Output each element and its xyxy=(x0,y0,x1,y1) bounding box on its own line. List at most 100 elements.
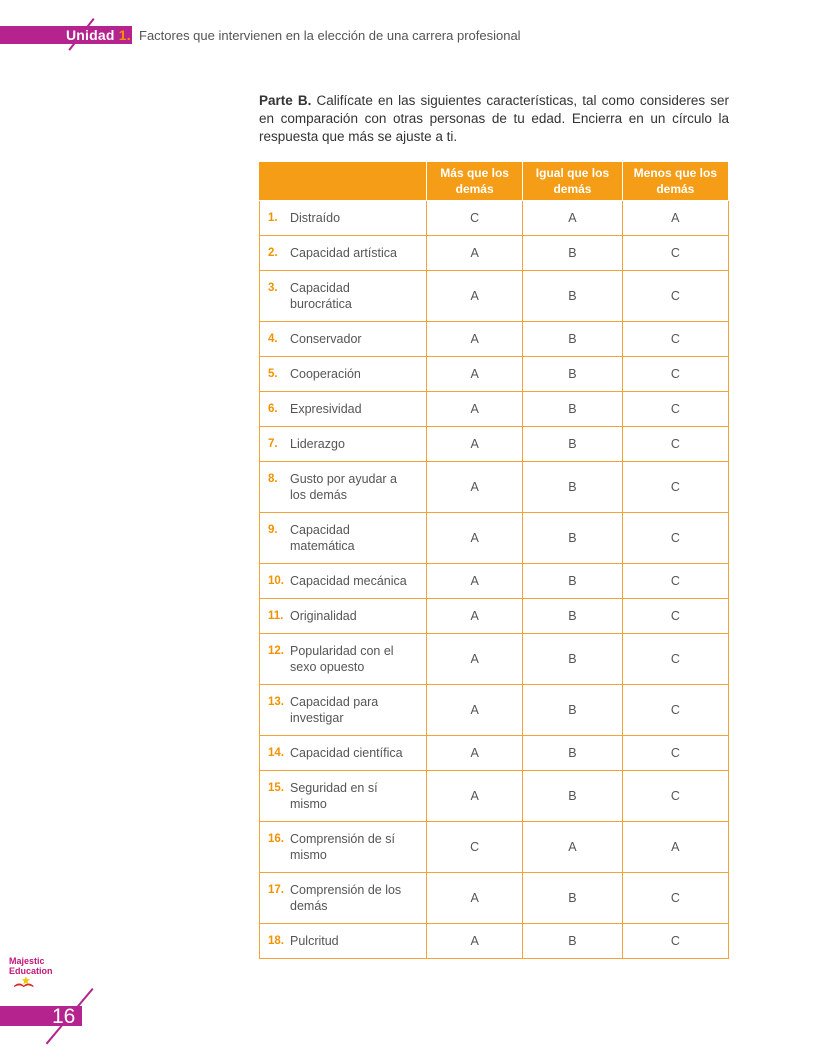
table-row: 4. Conservador A B C xyxy=(259,321,730,357)
option-more[interactable]: A xyxy=(425,923,524,959)
trait-label: Gusto por ayudar a los demás xyxy=(290,472,398,502)
column-header-more: Más que los demás xyxy=(425,161,524,201)
option-less[interactable]: C xyxy=(621,598,730,634)
table-row: 12. Popularidad con el sexo opuesto A B C xyxy=(259,633,730,685)
option-equal[interactable]: B xyxy=(522,770,623,822)
trait-number: 7. xyxy=(268,438,278,450)
trait-number: 15. xyxy=(268,782,284,794)
option-less[interactable]: C xyxy=(621,321,730,357)
table-row: 9. Capacidad matemática A B C xyxy=(259,512,730,564)
option-less[interactable]: C xyxy=(621,391,730,427)
option-equal[interactable]: B xyxy=(522,461,623,513)
trait-number: 12. xyxy=(268,645,284,657)
option-more[interactable]: A xyxy=(425,356,524,392)
option-equal[interactable]: B xyxy=(522,512,623,564)
option-less[interactable]: C xyxy=(621,923,730,959)
option-more[interactable]: A xyxy=(425,270,524,322)
instructions: Parte B. Califícate en las siguientes ca… xyxy=(259,92,729,146)
option-less[interactable]: C xyxy=(621,356,730,392)
option-more[interactable]: A xyxy=(425,735,524,771)
option-less[interactable]: A xyxy=(621,200,730,236)
trait-cell: 16. Comprensión de sí mismo xyxy=(259,821,427,873)
trait-number: 5. xyxy=(268,368,278,380)
table-row: 1. Distraído C A A xyxy=(259,200,730,236)
option-more[interactable]: A xyxy=(425,563,524,599)
trait-label: Seguridad en sí mismo xyxy=(290,781,378,811)
trait-cell: 8. Gusto por ayudar a los demás xyxy=(259,461,427,513)
option-more[interactable]: A xyxy=(425,598,524,634)
unit-title: Factores que intervienen en la elección … xyxy=(139,28,521,43)
option-less[interactable]: C xyxy=(621,684,730,736)
trait-number: 10. xyxy=(268,575,284,587)
option-less[interactable]: A xyxy=(621,821,730,873)
header-blank-cell xyxy=(259,161,427,201)
option-equal[interactable]: A xyxy=(522,200,623,236)
trait-number: 14. xyxy=(268,747,284,759)
option-less[interactable]: C xyxy=(621,633,730,685)
option-equal[interactable]: B xyxy=(522,426,623,462)
option-equal[interactable]: B xyxy=(522,270,623,322)
option-equal[interactable]: B xyxy=(522,923,623,959)
part-label: Parte B. xyxy=(259,93,312,108)
option-more[interactable]: A xyxy=(425,633,524,685)
table-row: 14. Capacidad científica A B C xyxy=(259,735,730,771)
option-more[interactable]: A xyxy=(425,512,524,564)
option-more[interactable]: A xyxy=(425,321,524,357)
option-more[interactable]: A xyxy=(425,770,524,822)
option-less[interactable]: C xyxy=(621,735,730,771)
option-equal[interactable]: B xyxy=(522,391,623,427)
option-less[interactable]: C xyxy=(621,270,730,322)
trait-cell: 5. Cooperación xyxy=(259,356,427,392)
trait-label: Popularidad con el sexo opuesto xyxy=(290,644,394,674)
option-more[interactable]: A xyxy=(425,872,524,924)
option-less[interactable]: C xyxy=(621,426,730,462)
trait-number: 8. xyxy=(268,473,278,485)
option-less[interactable]: C xyxy=(621,235,730,271)
trait-label: Expresividad xyxy=(290,402,362,416)
option-equal[interactable]: A xyxy=(522,821,623,873)
option-more[interactable]: C xyxy=(425,200,524,236)
option-equal[interactable]: B xyxy=(522,321,623,357)
trait-cell: 4. Conservador xyxy=(259,321,427,357)
option-equal[interactable]: B xyxy=(522,633,623,685)
option-equal[interactable]: B xyxy=(522,872,623,924)
trait-cell: 7. Liderazgo xyxy=(259,426,427,462)
table-row: 10. Capacidad mecánica A B C xyxy=(259,563,730,599)
table-row: 17. Comprensión de los demás A B C xyxy=(259,872,730,924)
option-equal[interactable]: B xyxy=(522,735,623,771)
table-row: 11. Originalidad A B C xyxy=(259,598,730,634)
option-equal[interactable]: B xyxy=(522,563,623,599)
option-less[interactable]: C xyxy=(621,563,730,599)
option-equal[interactable]: B xyxy=(522,598,623,634)
trait-label: Originalidad xyxy=(290,609,357,623)
option-more[interactable]: A xyxy=(425,461,524,513)
option-less[interactable]: C xyxy=(621,872,730,924)
table-row: 3. Capacidad burocrática A B C xyxy=(259,270,730,322)
option-more[interactable]: C xyxy=(425,821,524,873)
option-less[interactable]: C xyxy=(621,770,730,822)
trait-number: 4. xyxy=(268,333,278,345)
option-less[interactable]: C xyxy=(621,461,730,513)
trait-cell: 18. Pulcritud xyxy=(259,923,427,959)
table-row: 6. Expresividad A B C xyxy=(259,391,730,427)
trait-label: Capacidad mecánica xyxy=(290,574,407,588)
option-equal[interactable]: B xyxy=(522,235,623,271)
option-equal[interactable]: B xyxy=(522,356,623,392)
option-more[interactable]: A xyxy=(425,426,524,462)
table-header-row: Más que los demás Igual que los demás Me… xyxy=(259,161,730,201)
option-more[interactable]: A xyxy=(425,684,524,736)
option-less[interactable]: C xyxy=(621,512,730,564)
table-row: 13. Capacidad para investigar A B C xyxy=(259,684,730,736)
option-more[interactable]: A xyxy=(425,391,524,427)
trait-label: Comprensión de sí mismo xyxy=(290,832,395,862)
trait-number: 11. xyxy=(268,610,284,622)
column-header-equal: Igual que los demás xyxy=(522,161,623,201)
trait-number: 1. xyxy=(268,212,278,224)
option-equal[interactable]: B xyxy=(522,684,623,736)
table-row: 16. Comprensión de sí mismo C A A xyxy=(259,821,730,873)
trait-label: Cooperación xyxy=(290,367,361,381)
trait-label: Capacidad burocrática xyxy=(290,281,352,311)
trait-cell: 11. Originalidad xyxy=(259,598,427,634)
trait-label: Capacidad matemática xyxy=(290,523,355,553)
option-more[interactable]: A xyxy=(425,235,524,271)
